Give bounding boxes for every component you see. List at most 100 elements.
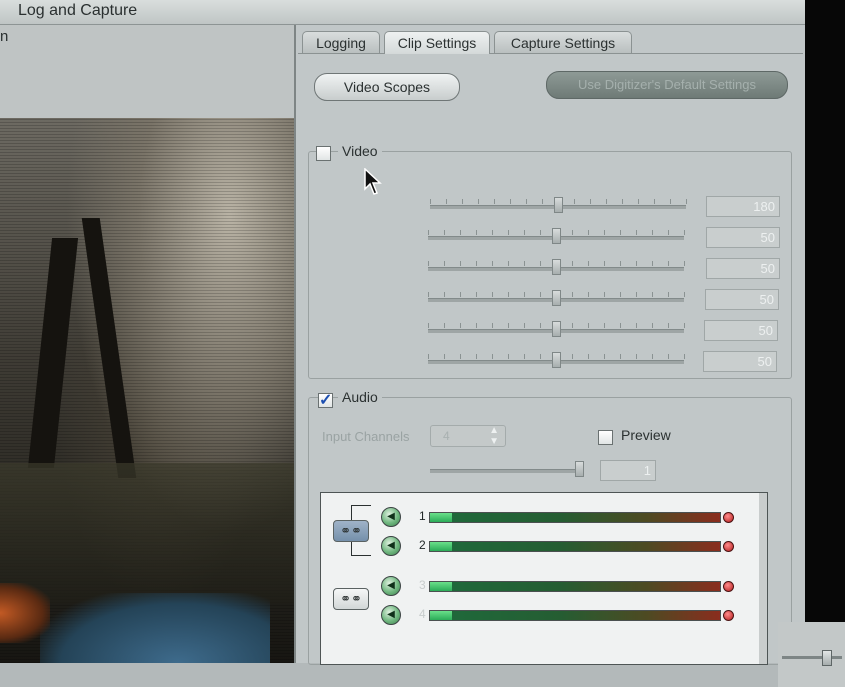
channel-number: 3 (419, 578, 426, 592)
slider-tick (476, 230, 477, 235)
video-slider-thumb[interactable] (552, 259, 561, 275)
channel-4-speaker-icon[interactable]: ◀ (381, 605, 401, 625)
slider-tick (444, 323, 445, 328)
slider-tick (508, 354, 509, 359)
slider-tick (668, 354, 669, 359)
video-slider-6[interactable] (428, 352, 688, 372)
video-slider-value-2[interactable]: 50 (706, 227, 780, 248)
channel-1-peak-indicator (723, 512, 734, 523)
video-slider-thumb[interactable] (552, 321, 561, 337)
meter-level-fill (430, 582, 452, 591)
log-and-capture-window: Log and Capture n Logging Clip Settings … (0, 0, 805, 687)
video-slider-1[interactable] (430, 197, 690, 217)
tab-logging[interactable]: Logging (302, 31, 380, 54)
video-scopes-button[interactable]: Video Scopes (314, 73, 460, 101)
preview-checkbox[interactable] (598, 430, 613, 445)
video-slider-value-5[interactable]: 50 (704, 320, 778, 341)
slider-tick (684, 230, 685, 235)
video-slider-5[interactable] (428, 321, 688, 341)
slider-tick (524, 323, 525, 328)
input-channels-value: 4 (443, 429, 450, 443)
slider-tick (492, 354, 493, 359)
slider-tick (460, 292, 461, 297)
title-bar[interactable]: Log and Capture (0, 0, 805, 25)
slider-tick (524, 230, 525, 235)
slider-tick (540, 292, 541, 297)
slider-tick (462, 199, 463, 204)
panel-scroll-edge[interactable] (759, 493, 767, 664)
slider-tick (620, 354, 621, 359)
slider-tick (620, 261, 621, 266)
video-slider-value-3[interactable]: 50 (706, 258, 780, 279)
audio-gain-thumb[interactable] (575, 461, 584, 477)
slider-tick (508, 292, 509, 297)
slider-tick (460, 354, 461, 359)
meter-level-fill (430, 542, 452, 551)
adjacent-slider-thumb[interactable] (822, 650, 832, 666)
preview-label: Preview (621, 427, 671, 443)
channel-3-speaker-icon[interactable]: ◀ (381, 576, 401, 596)
slider-tick (638, 199, 639, 204)
audio-checkbox[interactable]: ✓ (318, 392, 333, 409)
slider-tick (590, 199, 591, 204)
channel-2-level-meter (429, 541, 721, 552)
slider-tick (670, 199, 671, 204)
slider-tick (588, 323, 589, 328)
channel-1-speaker-icon[interactable]: ◀ (381, 507, 401, 527)
slider-tick (460, 323, 461, 328)
input-channels-select[interactable]: 4 ▲ ▼ (430, 425, 506, 447)
video-slider-thumb[interactable] (554, 197, 563, 213)
slider-tick (428, 230, 429, 235)
slider-tick (668, 261, 669, 266)
video-slider-thumb[interactable] (552, 290, 561, 306)
video-slider-value-4[interactable]: 50 (705, 289, 779, 310)
slider-tick (540, 323, 541, 328)
blue-object-shape (40, 593, 270, 663)
audio-gain-slider[interactable] (430, 461, 590, 481)
slider-tick (604, 292, 605, 297)
slider-tick (524, 354, 525, 359)
slider-tick (492, 323, 493, 328)
meter-level-fill (430, 611, 452, 620)
preview-pane-label: n (0, 28, 9, 45)
tab-capture-settings[interactable]: Capture Settings (494, 31, 632, 54)
channel-4-level-meter (429, 610, 721, 621)
slider-tick (428, 292, 429, 297)
channel-2-peak-indicator (723, 541, 734, 552)
use-digitizer-defaults-button[interactable]: Use Digitizer's Default Settings (546, 71, 788, 99)
slider-tick (476, 261, 477, 266)
preview-pane: n (0, 25, 294, 663)
tab-clip-settings[interactable]: Clip Settings (384, 31, 490, 54)
slider-tick (652, 292, 653, 297)
slider-tick (636, 230, 637, 235)
tab-baseline (298, 53, 803, 54)
channel-2-speaker-icon[interactable]: ◀ (381, 536, 401, 556)
slider-tick (540, 230, 541, 235)
slider-tick (510, 199, 511, 204)
video-slider-value-6[interactable]: 50 (703, 351, 777, 372)
slider-tick (620, 292, 621, 297)
video-label: Video (338, 143, 382, 159)
orange-object-shape (0, 583, 50, 643)
video-slider-3[interactable] (428, 259, 688, 279)
video-slider-2[interactable] (428, 228, 688, 248)
slider-tick (588, 230, 589, 235)
audio-gain-value[interactable]: 1 (600, 460, 656, 481)
channel-pair-link-button-1[interactable]: ⚭⚭ (333, 520, 369, 542)
video-slider-value-1[interactable]: 180 (706, 196, 780, 217)
video-checkbox[interactable] (316, 146, 331, 161)
slider-tick (572, 292, 573, 297)
slider-tick (572, 323, 573, 328)
slider-tick (476, 292, 477, 297)
slider-tick (542, 199, 543, 204)
slider-tick (460, 261, 461, 266)
slider-tick (604, 354, 605, 359)
video-slider-thumb[interactable] (552, 352, 561, 368)
slider-tick (508, 261, 509, 266)
slider-tick (652, 354, 653, 359)
channel-pair-link-button-2[interactable]: ⚭⚭ (333, 588, 369, 610)
channel-4-peak-indicator (723, 610, 734, 621)
video-slider-4[interactable] (428, 290, 688, 310)
video-slider-thumb[interactable] (552, 228, 561, 244)
slider-tick (476, 323, 477, 328)
